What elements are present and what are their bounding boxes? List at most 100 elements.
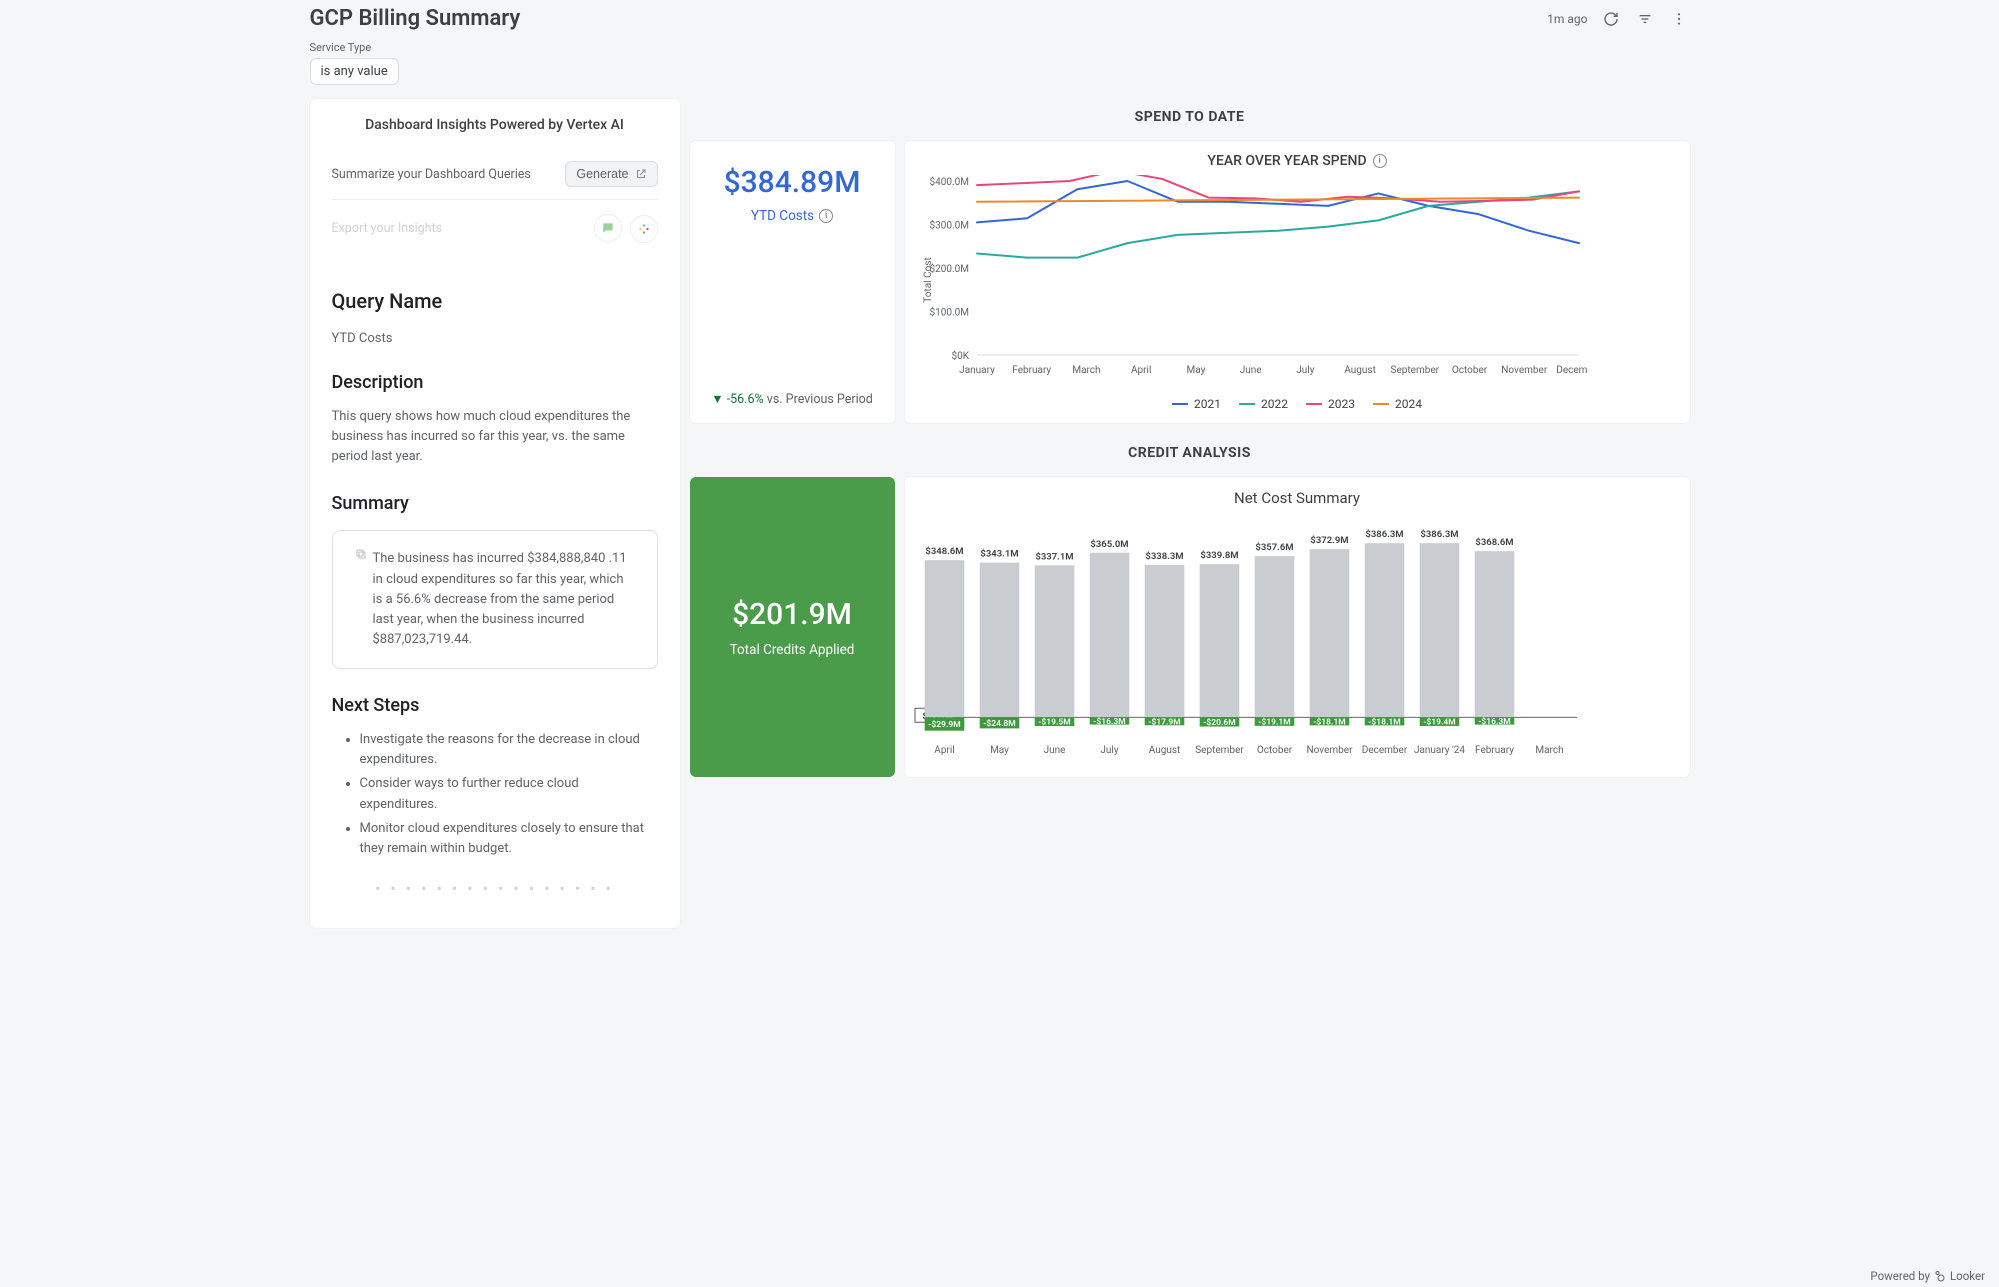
svg-text:$339.8M: $339.8M bbox=[1200, 550, 1238, 561]
info-icon[interactable]: i bbox=[1373, 154, 1387, 168]
footer: Powered by Looker bbox=[1856, 1265, 1999, 1287]
svg-text:-$16.3M: -$16.3M bbox=[1478, 716, 1510, 727]
ytd-delta-label: vs. Previous Period bbox=[767, 392, 873, 407]
pagination-dots[interactable]: • • • • • • • • • • • • • • • • bbox=[332, 879, 658, 898]
filter-value: is any value bbox=[321, 64, 388, 79]
legend-item[interactable]: 2022 bbox=[1239, 397, 1288, 411]
kebab-icon[interactable] bbox=[1668, 8, 1690, 30]
svg-text:$365.0M: $365.0M bbox=[1090, 539, 1128, 550]
svg-text:August: August bbox=[1148, 745, 1180, 756]
yoy-legend: 2021 2022 2023 2024 bbox=[917, 397, 1678, 411]
list-item: Monitor cloud expenditures closely to en… bbox=[360, 819, 658, 859]
description-heading: Description bbox=[332, 372, 658, 393]
legend-item[interactable]: 2021 bbox=[1172, 397, 1221, 411]
export-label: Export your Insights bbox=[332, 221, 443, 236]
list-item: Consider ways to further reduce cloud ex… bbox=[360, 774, 658, 814]
svg-text:May: May bbox=[990, 745, 1009, 756]
svg-text:October: October bbox=[1256, 745, 1292, 756]
svg-text:June: June bbox=[1043, 745, 1065, 756]
list-item: Investigate the reasons for the decrease… bbox=[360, 730, 658, 770]
credits-value: $201.9M bbox=[732, 597, 852, 632]
yoy-chart-card: YEAR OVER YEAR SPEND i $0K $100.0M $200.0M… bbox=[905, 141, 1690, 423]
net-cost-title: Net Cost Summary bbox=[905, 489, 1690, 507]
svg-text:-$19.5M: -$19.5M bbox=[1038, 717, 1070, 728]
insights-title: Dashboard Insights Powered by Vertex AI bbox=[332, 117, 658, 133]
slack-export-icon[interactable] bbox=[630, 215, 658, 243]
query-name: YTD Costs bbox=[332, 331, 658, 346]
net-cost-bar-chart: $0.00$348.6M-$29.9MApril$343.1M-$24.8MMa… bbox=[905, 513, 1585, 763]
svg-text:$100.0M: $100.0M bbox=[929, 306, 968, 319]
svg-text:$200.0M: $200.0M bbox=[929, 262, 968, 275]
yoy-title: YEAR OVER YEAR SPEND bbox=[1207, 153, 1366, 169]
net-cost-card: Net Cost Summary $0.00$348.6M-$29.9MApri… bbox=[905, 477, 1690, 777]
legend-item[interactable]: 2023 bbox=[1306, 397, 1355, 411]
summary-text: The business has incurred $384,888,840 .… bbox=[373, 549, 635, 650]
svg-text:$300.0M: $300.0M bbox=[929, 219, 968, 232]
filter-service-type[interactable]: is any value bbox=[310, 58, 399, 85]
insights-panel: Dashboard Insights Powered by Vertex AI … bbox=[310, 99, 680, 928]
svg-text:February: February bbox=[1475, 745, 1514, 756]
nextsteps-list: Investigate the reasons for the decrease… bbox=[360, 730, 658, 859]
svg-text:April: April bbox=[934, 745, 954, 756]
svg-text:September: September bbox=[1195, 745, 1244, 756]
svg-text:November: November bbox=[1501, 365, 1548, 376]
ytd-kpi-card: $384.89M YTD Costs i ▼ -56.6% vs. Previo… bbox=[690, 141, 895, 423]
svg-text:-$24.8M: -$24.8M bbox=[983, 718, 1015, 729]
credits-caption: Total Credits Applied bbox=[730, 642, 855, 658]
svg-text:$400.0M: $400.0M bbox=[929, 175, 968, 188]
svg-text:April: April bbox=[1130, 365, 1150, 376]
svg-text:November: November bbox=[1306, 745, 1353, 756]
copy-icon[interactable] bbox=[355, 545, 367, 564]
svg-text:$386.3M: $386.3M bbox=[1420, 529, 1458, 540]
refresh-icon[interactable] bbox=[1600, 8, 1622, 30]
svg-text:$372.9M: $372.9M bbox=[1310, 535, 1348, 546]
svg-text:June: June bbox=[1239, 365, 1261, 376]
summarize-label: Summarize your Dashboard Queries bbox=[332, 167, 531, 182]
svg-text:$386.3M: $386.3M bbox=[1365, 529, 1403, 540]
ytd-delta-pct: -56.6% bbox=[727, 392, 764, 407]
generate-button-label: Generate bbox=[576, 167, 628, 181]
description-text: This query shows how much cloud expendit… bbox=[332, 407, 658, 467]
svg-text:February: February bbox=[1012, 365, 1051, 376]
info-icon[interactable]: i bbox=[819, 209, 833, 223]
svg-text:December: December bbox=[1361, 745, 1407, 756]
svg-text:$343.1M: $343.1M bbox=[980, 549, 1018, 560]
query-name-heading: Query Name bbox=[332, 289, 658, 313]
nextsteps-heading: Next Steps bbox=[332, 695, 658, 716]
svg-text:$338.3M: $338.3M bbox=[1145, 551, 1183, 562]
svg-text:September: September bbox=[1390, 365, 1439, 376]
ytd-caption: YTD Costs bbox=[751, 208, 814, 224]
filter-icon[interactable] bbox=[1634, 8, 1656, 30]
svg-text:December: December bbox=[1556, 365, 1587, 376]
summary-heading: Summary bbox=[332, 493, 658, 514]
svg-text:Total Cost: Total Cost bbox=[923, 257, 934, 302]
down-arrow-icon: ▼ bbox=[711, 392, 723, 407]
svg-text:-$17.9M: -$17.9M bbox=[1148, 716, 1180, 727]
svg-text:October: October bbox=[1451, 365, 1487, 376]
yoy-line-chart: $0K $100.0M $200.0M $300.0M $400.0M January Fe… bbox=[917, 175, 1587, 385]
legend-item[interactable]: 2024 bbox=[1373, 397, 1422, 411]
svg-text:$0K: $0K bbox=[951, 349, 969, 362]
svg-text:January: January bbox=[959, 365, 995, 376]
svg-text:-$19.4M: -$19.4M bbox=[1423, 717, 1455, 728]
svg-text:-$29.9M: -$29.9M bbox=[928, 719, 960, 730]
svg-text:-$16.3M: -$16.3M bbox=[1093, 716, 1125, 727]
svg-text:$337.1M: $337.1M bbox=[1035, 551, 1073, 562]
credit-section-title: CREDIT ANALYSIS bbox=[690, 445, 1690, 461]
filter-label: Service Type bbox=[310, 41, 1690, 54]
svg-text:March: March bbox=[1072, 365, 1100, 376]
svg-text:July: July bbox=[1296, 365, 1314, 376]
spend-section-title: SPEND TO DATE bbox=[690, 109, 1690, 125]
svg-text:-$18.1M: -$18.1M bbox=[1313, 716, 1345, 727]
generate-button[interactable]: Generate bbox=[565, 161, 657, 187]
chat-export-icon[interactable] bbox=[594, 214, 622, 242]
credits-kpi-card: $201.9M Total Credits Applied bbox=[690, 477, 895, 777]
ytd-value: $384.89M bbox=[724, 165, 861, 200]
svg-text:$357.6M: $357.6M bbox=[1255, 542, 1293, 553]
svg-text:July: July bbox=[1100, 745, 1118, 756]
refresh-timestamp: 1m ago bbox=[1547, 12, 1587, 26]
svg-text:January '24: January '24 bbox=[1413, 745, 1464, 756]
page-title: GCP Billing Summary bbox=[310, 6, 521, 31]
svg-text:-$20.6M: -$20.6M bbox=[1203, 717, 1235, 728]
svg-text:$368.6M: $368.6M bbox=[1475, 537, 1513, 548]
